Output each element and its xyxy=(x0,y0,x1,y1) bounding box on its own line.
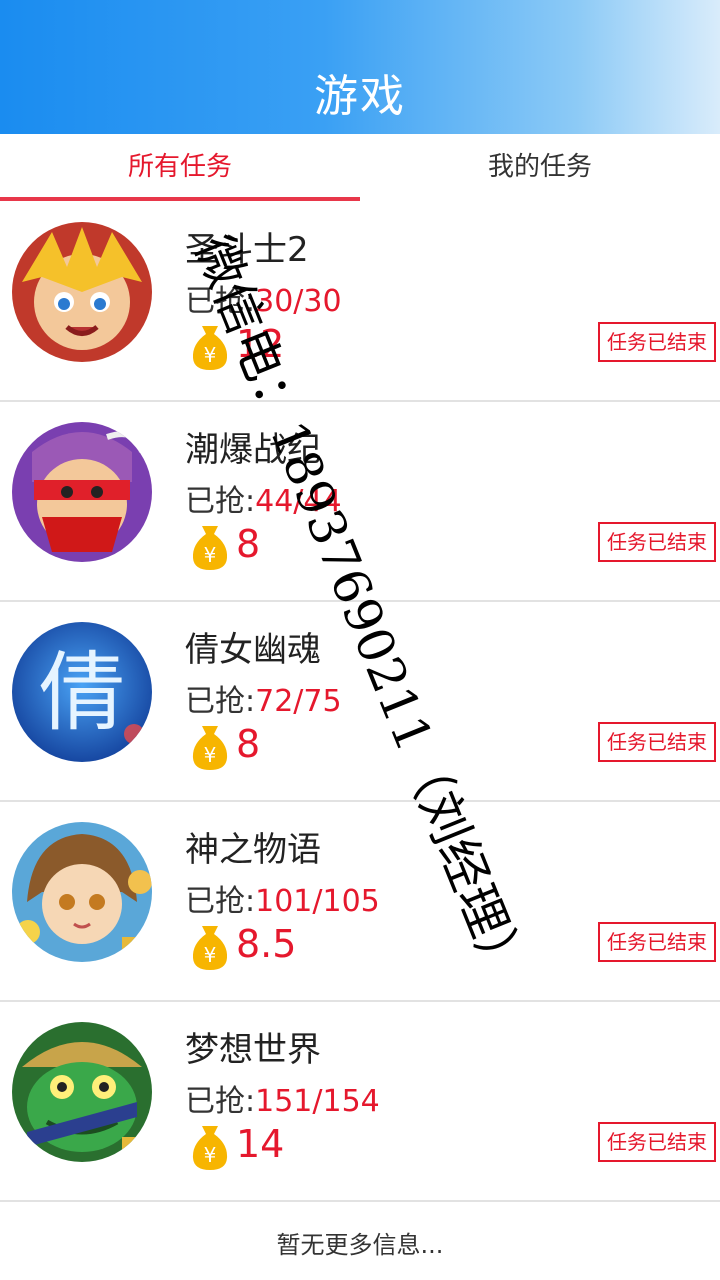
reward-amount: 8 xyxy=(236,522,261,566)
list-item[interactable]: 神之物语 已抢:101/105 ¥ 8.5 任务已结束 xyxy=(0,802,720,1002)
grabbed-value: 30/30 xyxy=(255,284,342,319)
list-item[interactable]: 潮爆战纪 已抢:44/44 ¥ 8 任务已结束 xyxy=(0,402,720,602)
grabbed-label: 已抢: xyxy=(185,1084,256,1119)
reward-amount: 8.5 xyxy=(236,922,297,966)
ninja-warrior-icon xyxy=(12,422,152,562)
money-bag-icon: ¥ xyxy=(190,522,230,572)
money-bag-icon: ¥ xyxy=(190,922,230,972)
grabbed-value: 44/44 xyxy=(255,484,342,519)
task-ended-badge[interactable]: 任务已结束 xyxy=(598,322,716,362)
grabbed-count: 已抢:30/30 xyxy=(185,276,342,320)
game-name: 潮爆战纪 xyxy=(185,430,321,470)
grabbed-count: 已抢:72/75 xyxy=(185,676,342,720)
grabbed-value: 72/75 xyxy=(255,684,342,719)
saint-warrior-icon xyxy=(12,222,152,362)
grabbed-label: 已抢: xyxy=(185,884,256,919)
task-ended-badge[interactable]: 任务已结束 xyxy=(598,1122,716,1162)
list-item[interactable]: 梦想世界 已抢:151/154 ¥ 14 任务已结束 xyxy=(0,1002,720,1202)
list-item[interactable]: 倩 倩女幽魂 已抢:72/75 ¥ 8 任务已结束 xyxy=(0,602,720,802)
svg-text:¥: ¥ xyxy=(204,543,217,567)
game-name: 神之物语 xyxy=(185,830,321,870)
grabbed-label: 已抢: xyxy=(185,484,256,519)
list-item[interactable]: 圣斗士2 已抢:30/30 ¥ 12 任务已结束 xyxy=(0,202,720,402)
money-bag-icon: ¥ xyxy=(190,322,230,372)
grabbed-count: 已抢:101/105 xyxy=(185,876,380,920)
game-name: 梦想世界 xyxy=(185,1030,321,1070)
tab-all-tasks[interactable]: 所有任务 xyxy=(0,134,360,202)
svg-text:¥: ¥ xyxy=(204,743,217,767)
svg-text:¥: ¥ xyxy=(204,943,217,967)
svg-text:¥: ¥ xyxy=(204,343,217,367)
task-tabs: 所有任务 我的任务 xyxy=(0,134,720,202)
money-bag-icon: ¥ xyxy=(190,1122,230,1172)
reward-amount: 14 xyxy=(236,1122,285,1166)
app-header: 游戏 xyxy=(0,0,720,134)
svg-text:倩: 倩 xyxy=(39,643,125,743)
grabbed-count: 已抢:151/154 xyxy=(185,1076,380,1120)
no-more-info-text: 暂无更多信息... xyxy=(276,1231,444,1259)
frog-warrior-icon xyxy=(12,1022,152,1162)
grabbed-label: 已抢: xyxy=(185,684,256,719)
game-task-list: 圣斗士2 已抢:30/30 ¥ 12 任务已结束 潮爆战纪 已抢:44/44 ¥… xyxy=(0,202,720,1202)
grabbed-value: 101/105 xyxy=(255,884,380,919)
active-tab-indicator xyxy=(0,197,360,201)
task-ended-badge[interactable]: 任务已结束 xyxy=(598,522,716,562)
task-ended-badge[interactable]: 任务已结束 xyxy=(598,922,716,962)
grabbed-value: 151/154 xyxy=(255,1084,380,1119)
grabbed-label: 已抢: xyxy=(185,284,256,319)
grabbed-count: 已抢:44/44 xyxy=(185,476,342,520)
page-title: 游戏 xyxy=(314,71,406,122)
reward-amount: 12 xyxy=(236,322,285,366)
money-bag-icon: ¥ xyxy=(190,722,230,772)
svg-text:¥: ¥ xyxy=(204,1143,217,1167)
tab-my-tasks[interactable]: 我的任务 xyxy=(360,134,720,202)
game-name: 倩女幽魂 xyxy=(185,630,321,670)
reward-amount: 8 xyxy=(236,722,261,766)
game-name: 圣斗士2 xyxy=(185,230,309,270)
task-ended-badge[interactable]: 任务已结束 xyxy=(598,722,716,762)
girl-hero-icon xyxy=(12,822,152,962)
qian-character-icon: 倩 xyxy=(12,622,152,762)
